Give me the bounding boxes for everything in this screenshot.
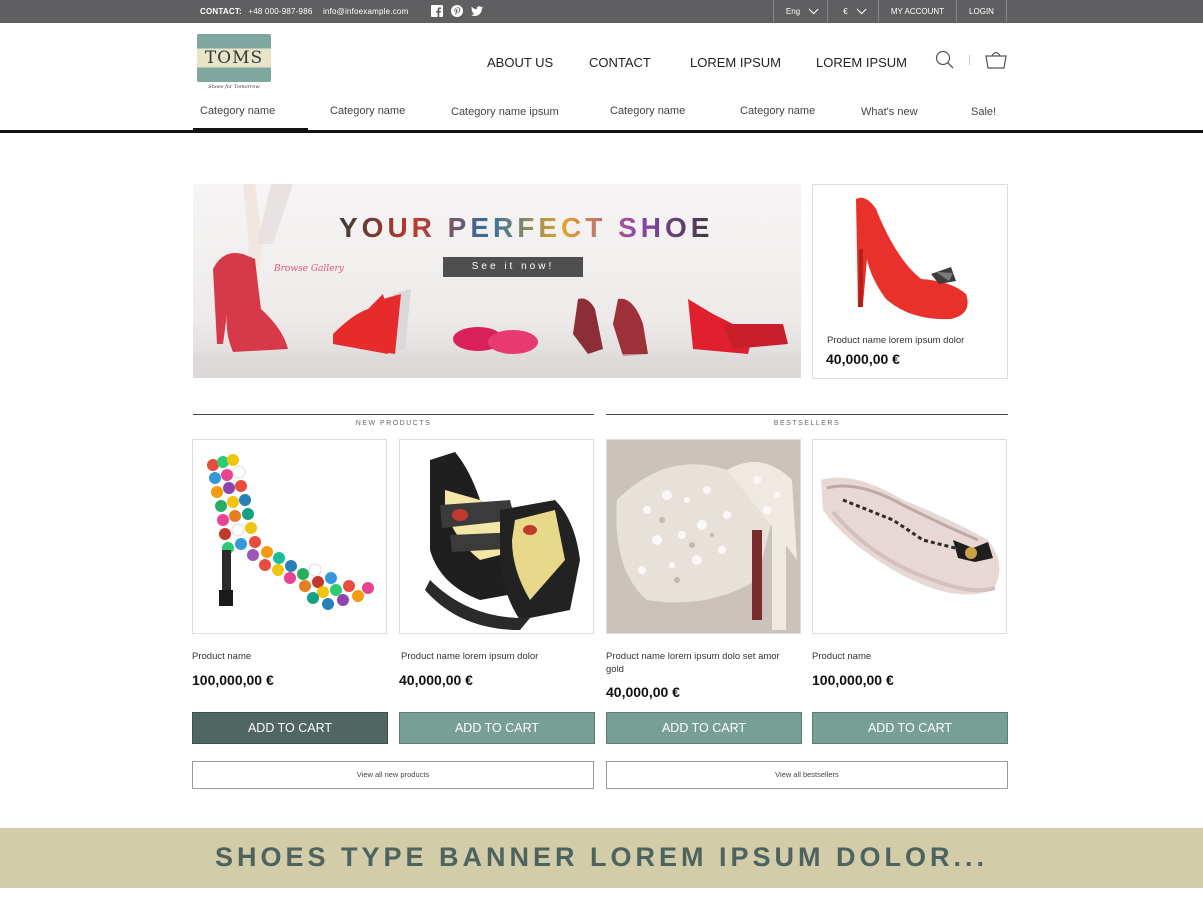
icon-divider: [969, 55, 970, 65]
pinterest-icon[interactable]: [451, 5, 463, 17]
bestsellers-heading: BESTSELLERS: [606, 414, 1008, 430]
product-price: 40,000,00 €: [606, 684, 680, 700]
category-item-sale[interactable]: Sale!: [971, 106, 996, 118]
currency-value: €: [843, 7, 848, 16]
logo-tagline: Shoes for Tomorrow: [208, 84, 260, 90]
contact-info: CONTACT: +48 000-987-986 info@infoexampl…: [200, 7, 416, 16]
contact-phone[interactable]: +48 000-987-986: [248, 7, 312, 16]
login-label: LOGIN: [969, 7, 994, 16]
main-nav: ABOUT US CONTACT LOREM IPSUM LOREM IPSUM: [487, 55, 926, 70]
product-name[interactable]: Product name lorem ipsum dolor: [401, 650, 591, 663]
login-link[interactable]: LOGIN: [956, 0, 1007, 23]
product-image[interactable]: [399, 439, 594, 634]
category-item-1[interactable]: Category name: [200, 105, 275, 117]
crystal-heel-image: [607, 440, 800, 633]
add-to-cart-button[interactable]: ADD TO CART: [606, 712, 802, 744]
language-select[interactable]: Eng: [773, 0, 827, 23]
chevron-down-icon: [856, 4, 867, 15]
topbar-actions: Eng € MY ACCOUNT LOGIN: [773, 0, 1007, 23]
category-item-5[interactable]: Category name: [740, 105, 815, 117]
product-name[interactable]: Product name: [812, 650, 1002, 663]
product-card[interactable]: Product name 100,000,00 €: [812, 439, 1007, 688]
logo-name: TOMS: [204, 48, 264, 68]
product-card[interactable]: Product name lorem ipsum dolo set amor g…: [606, 439, 801, 700]
product-price: 100,000,00 €: [192, 672, 274, 688]
site-header: TOMS Shoes for Tomorrow ABOUT US CONTACT…: [0, 23, 1203, 133]
nav-lorem-ipsum-1[interactable]: LOREM IPSUM: [690, 55, 816, 70]
pink-flat-image: [821, 477, 1000, 595]
search-icon[interactable]: [935, 50, 955, 70]
currency-select[interactable]: €: [827, 0, 878, 23]
logo[interactable]: TOMS Shoes for Tomorrow: [197, 34, 271, 93]
pompom-heel-image: [207, 454, 374, 610]
product-name[interactable]: Product name: [192, 650, 382, 663]
product-price: 100,000,00 €: [812, 672, 894, 688]
featured-product-image: [856, 197, 968, 320]
product-name[interactable]: Product name lorem ipsum dolo set amor g…: [606, 650, 796, 676]
facebook-icon[interactable]: [431, 5, 443, 17]
category-item-3[interactable]: Category name ipsum: [451, 106, 559, 118]
chevron-down-icon: [808, 4, 819, 15]
nav-lorem-ipsum-2[interactable]: LOREM IPSUM: [816, 55, 926, 70]
featured-product-price: 40,000,00 €: [826, 351, 900, 367]
product-image[interactable]: [192, 439, 387, 634]
add-to-cart-button[interactable]: ADD TO CART: [399, 712, 595, 744]
product-price: 40,000,00 €: [399, 672, 473, 688]
climbing-shoe-image: [425, 452, 580, 630]
my-account-link[interactable]: MY ACCOUNT: [878, 0, 956, 23]
shoes-type-banner[interactable]: SHOES TYPE BANNER LOREM IPSUM DOLOR...: [0, 828, 1203, 888]
nav-about-us[interactable]: ABOUT US: [487, 55, 589, 70]
see-it-now-button[interactable]: See it now!: [443, 257, 583, 277]
social-links: [431, 5, 483, 17]
nav-contact[interactable]: CONTACT: [589, 55, 690, 70]
banner-text: SHOES TYPE BANNER LOREM IPSUM DOLOR...: [214, 842, 989, 872]
view-all-new-products-button[interactable]: View all new products: [192, 761, 594, 789]
my-account-label: MY ACCOUNT: [890, 7, 945, 16]
category-item-4[interactable]: Category name: [610, 105, 685, 117]
browse-gallery-link[interactable]: Browse Gallery: [274, 264, 344, 274]
product-card[interactable]: Product name 100,000,00 €: [192, 439, 387, 688]
hero-title: YOUR PERFECT SHOE: [339, 212, 714, 243]
language-value: Eng: [785, 7, 801, 16]
category-item-whats-new[interactable]: What's new: [861, 106, 918, 118]
header-icons: [935, 50, 1008, 70]
twitter-icon[interactable]: [471, 5, 483, 17]
hero-banner[interactable]: YOUR PERFECT SHOE See it now! Browse Gal…: [193, 184, 801, 378]
product-image[interactable]: [606, 439, 801, 634]
view-all-bestsellers-button[interactable]: View all bestsellers: [606, 761, 1008, 789]
category-active-indicator: [193, 128, 308, 130]
add-to-cart-button[interactable]: ADD TO CART: [192, 712, 388, 744]
new-products-heading: NEW PRODUCTS: [193, 414, 594, 430]
featured-product[interactable]: Product name lorem ipsum dolor 40,000,00…: [812, 184, 1008, 379]
cart-icon[interactable]: [984, 50, 1008, 70]
featured-product-name[interactable]: Product name lorem ipsum dolor: [827, 335, 964, 346]
product-card[interactable]: Product name lorem ipsum dolor 40,000,00…: [399, 439, 594, 688]
contact-email[interactable]: info@infoexample.com: [323, 7, 409, 16]
add-to-cart-button[interactable]: ADD TO CART: [812, 712, 1008, 744]
contact-label: CONTACT:: [200, 7, 242, 16]
product-image[interactable]: [812, 439, 1007, 634]
category-item-2[interactable]: Category name: [330, 105, 405, 117]
top-bar: CONTACT: +48 000-987-986 info@infoexampl…: [0, 0, 1203, 23]
